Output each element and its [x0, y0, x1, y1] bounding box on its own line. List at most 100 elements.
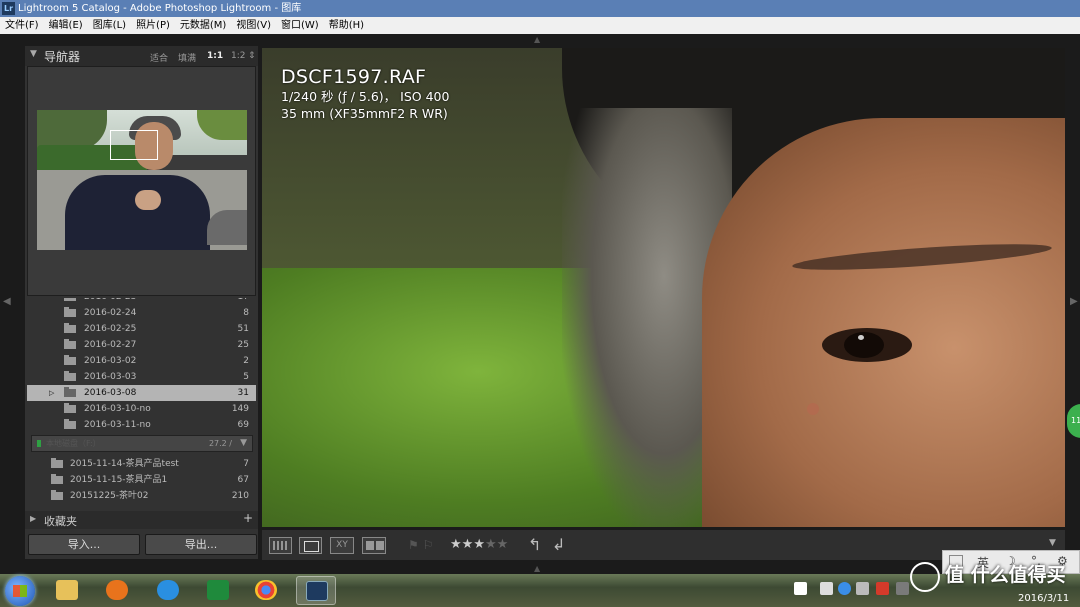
folder-row[interactable]: 2016-03-11-no 69: [27, 417, 256, 433]
zoom-fit[interactable]: 适合: [150, 51, 168, 64]
left-panel: ▼ 导航器 适合 填满 1:1 1:2 ⇕ 2016-02-23 17: [25, 46, 258, 559]
right-panel-toggle-icon[interactable]: ▶: [1070, 296, 1078, 307]
export-button[interactable]: 导出...: [145, 534, 257, 555]
bottom-panel-toggle-icon[interactable]: ▲: [534, 564, 540, 573]
tray-network-icon[interactable]: [838, 582, 851, 595]
folder-icon: [64, 355, 76, 365]
folder-row[interactable]: 2016-03-03 5: [27, 369, 256, 385]
star-icon[interactable]: ★: [450, 537, 462, 552]
folder-row[interactable]: 2016-02-24 8: [27, 305, 256, 321]
tray-app-icon[interactable]: [876, 582, 889, 595]
navigator-thumbnail[interactable]: [37, 110, 247, 250]
tray-display-icon[interactable]: [896, 582, 909, 595]
menu-edit[interactable]: 编辑(E): [44, 17, 88, 34]
compare-view-button[interactable]: XY: [330, 537, 354, 554]
lightroom-workspace: ▲ ◀ ▶ ▼ 导航器 适合 填满 1:1 1:2 ⇕ 2016-02-23: [0, 34, 1080, 574]
folder-row[interactable]: 2016-02-23 17: [27, 298, 256, 305]
loupe-image-view[interactable]: DSCF1597.RAF 1/240 秒 (ƒ / 5.6)， ISO 400 …: [262, 48, 1065, 527]
folder-icon: [51, 474, 63, 484]
folder-row[interactable]: 2015-11-15-茶具产品1 67: [27, 472, 256, 488]
zoom-more-icon[interactable]: ⇕: [248, 51, 256, 61]
left-panel-toggle-icon[interactable]: ◀: [3, 296, 11, 307]
folder-row[interactable]: 2016-03-02 2: [27, 353, 256, 369]
folder-icon: [64, 419, 76, 429]
folder-icon: [64, 387, 76, 397]
media-player-icon: [106, 580, 128, 600]
flag-icons[interactable]: ⚑ ⚐: [408, 538, 433, 552]
folder-icon: [64, 307, 76, 317]
folders-list: 2016-02-23 17 2016-02-24 8 2016-02-25 51…: [27, 298, 256, 508]
menu-bar: 文件(F) 编辑(E) 图库(L) 照片(P) 元数据(M) 视图(V) 窗口(W) 帮助(H…: [0, 17, 1080, 34]
folder-icon: [64, 403, 76, 413]
watermark-text: 值 什么值得买: [945, 564, 1066, 586]
excel-icon: [207, 580, 229, 600]
volume-header[interactable]: 本地磁盘（F:） 27.2 / ▼: [31, 435, 253, 452]
folder-icon: [56, 580, 78, 600]
star-icon[interactable]: ★: [497, 537, 509, 552]
photo-lens: 35 mm (XF35mmF2 R WR): [281, 106, 448, 121]
import-button[interactable]: 导入...: [28, 534, 140, 555]
star-icon[interactable]: ★: [462, 537, 474, 552]
folder-icon: [51, 490, 63, 500]
tray-send-icon[interactable]: [820, 582, 833, 595]
folder-row[interactable]: 2016-02-27 25: [27, 337, 256, 353]
volume-menu-icon[interactable]: ▼: [240, 436, 247, 451]
star-icon[interactable]: ★: [473, 537, 485, 552]
collections-title: 收藏夹: [44, 515, 77, 528]
expand-triangle-icon[interactable]: ▷: [49, 385, 54, 401]
navigator-view-rectangle[interactable]: [110, 130, 158, 160]
folder-icon: [51, 458, 63, 468]
star-rating[interactable]: ★★★★★: [450, 537, 508, 552]
top-panel-toggle-icon[interactable]: ▲: [534, 35, 540, 44]
rotate-left-icon[interactable]: ↰: [528, 535, 541, 554]
folder-row-selected[interactable]: ▷ 2016-03-08 31: [27, 385, 256, 401]
loupe-view-button[interactable]: [299, 537, 322, 554]
rotate-right-icon[interactable]: ↲: [552, 535, 565, 554]
survey-view-button[interactable]: [362, 537, 386, 554]
toolbar-menu-icon[interactable]: ▼: [1049, 538, 1056, 548]
menu-window[interactable]: 窗口(W): [276, 17, 324, 34]
zoom-fill[interactable]: 填满: [178, 51, 196, 64]
photo-exposure: 1/240 秒 (ƒ / 5.6)， ISO 400: [281, 89, 450, 104]
folder-icon: [64, 298, 76, 301]
lightroom-icon: [306, 581, 328, 601]
grid-view-button[interactable]: [269, 537, 292, 554]
add-collection-button[interactable]: +: [243, 511, 253, 525]
folder-icon: [64, 371, 76, 381]
menu-photo[interactable]: 照片(P): [131, 17, 175, 34]
star-icon[interactable]: ★: [485, 537, 497, 552]
folder-row[interactable]: 20151225-茶叶02 210: [27, 488, 256, 504]
folder-row[interactable]: 2016-02-25 51: [27, 321, 256, 337]
start-button-icon[interactable]: [5, 576, 35, 606]
menu-library[interactable]: 图库(L): [88, 17, 131, 34]
menu-file[interactable]: 文件(F): [0, 17, 44, 34]
folder-row[interactable]: 2015-11-14-茶具产品test 7: [27, 456, 256, 472]
folder-icon: [64, 323, 76, 333]
taskbar-chrome[interactable]: [246, 576, 286, 605]
collections-header[interactable]: ▶ 收藏夹 +: [25, 511, 258, 529]
taskbar-clock[interactable]: 2016/3/11: [1018, 593, 1069, 604]
chrome-icon: [255, 580, 277, 600]
menu-help[interactable]: 帮助(H): [324, 17, 369, 34]
window-title-bar: Lr Lightroom 5 Catalog - Adobe Photoshop…: [0, 0, 1080, 17]
navigator-header[interactable]: ▼ 导航器 适合 填满 1:1 1:2 ⇕: [25, 46, 258, 66]
folder-row[interactable]: 2016-03-10-no 149: [27, 401, 256, 417]
taskbar-excel[interactable]: [198, 576, 238, 605]
taskbar-ie[interactable]: [148, 576, 188, 605]
menu-view[interactable]: 视图(V): [231, 17, 276, 34]
window-title: Lightroom 5 Catalog - Adobe Photoshop Li…: [18, 3, 302, 14]
collapse-triangle-icon[interactable]: ▼: [30, 49, 37, 59]
volume-name: 本地磁盘（F:）: [46, 439, 101, 448]
menu-metadata[interactable]: 元数据(M): [175, 17, 231, 34]
tray-checkbox-icon[interactable]: [794, 582, 807, 595]
taskbar-explorer[interactable]: [47, 576, 87, 605]
photo-filename: DSCF1597.RAF: [281, 66, 427, 88]
tray-volume-icon[interactable]: [856, 582, 869, 595]
zoom-1-2[interactable]: 1:2: [231, 51, 245, 61]
watermark-logo-icon: [910, 562, 940, 592]
zoom-1-1[interactable]: 1:1: [207, 51, 223, 61]
navigator-preview[interactable]: [27, 66, 256, 296]
taskbar-lightroom[interactable]: [296, 576, 336, 605]
taskbar-media-player[interactable]: [97, 576, 137, 605]
expand-triangle-icon[interactable]: ▶: [30, 514, 36, 523]
